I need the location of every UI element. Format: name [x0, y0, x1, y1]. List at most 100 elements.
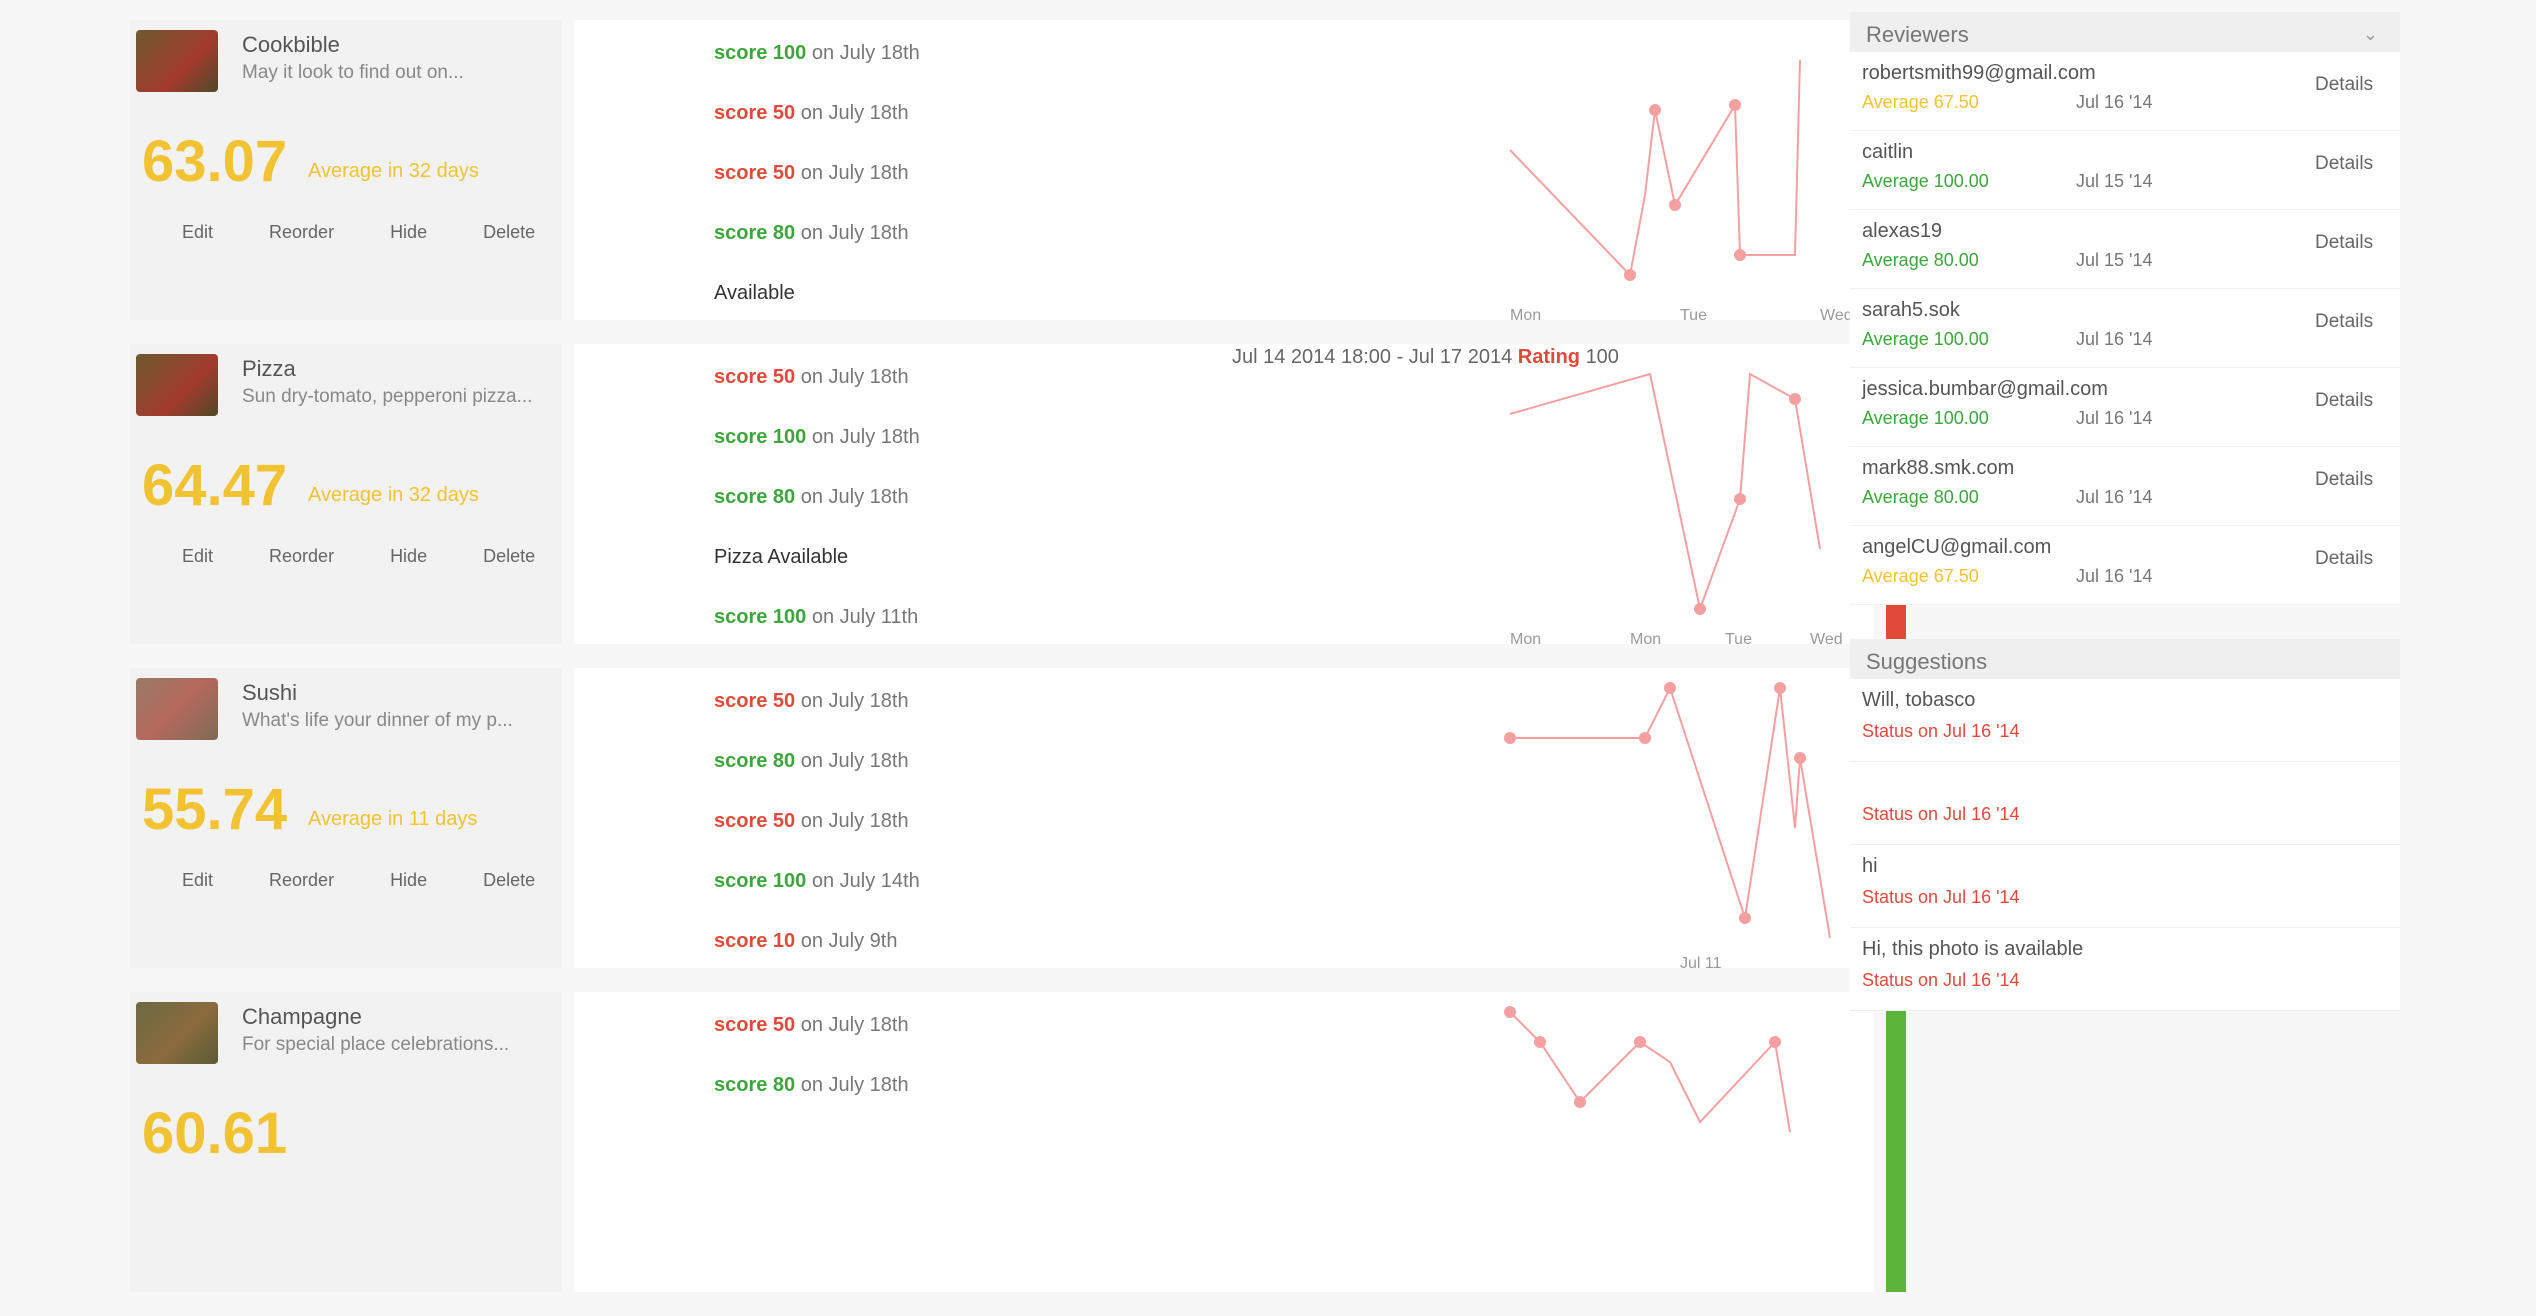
rating-point[interactable]	[1639, 732, 1651, 744]
review-date: on July 18th	[800, 366, 909, 388]
review-score: score 50	[714, 810, 796, 832]
suggestion-row[interactable]: Will, tobasco Status on Jul 16 '14	[1850, 679, 2400, 762]
product-thumbnail[interactable]	[136, 30, 218, 92]
details-link[interactable]: Details	[2315, 153, 2373, 175]
suggestion-row[interactable]: Hi, this photo is available Status on Ju…	[1850, 928, 2400, 1011]
reviewer-average: Average 100.00	[1862, 408, 1989, 428]
chart-x-label: Tue	[1725, 631, 1752, 648]
rating-point[interactable]	[1734, 493, 1746, 505]
rating-point[interactable]	[1739, 912, 1751, 924]
hide-button[interactable]: Hide	[382, 866, 435, 895]
chevron-down-icon[interactable]: ⌄	[2363, 24, 2378, 45]
rating-line	[1510, 685, 1831, 939]
edit-button[interactable]: Edit	[174, 866, 221, 895]
reviewer-name: mark88.smk.com	[1862, 457, 2015, 479]
rating-point[interactable]	[1664, 682, 1676, 694]
reviewers-header[interactable]: Reviewers ⌄	[1850, 12, 2400, 52]
review-item[interactable]: score 50 on July 18th	[714, 690, 909, 713]
product-name[interactable]: Sushi	[242, 680, 297, 706]
rating-line	[1509, 1011, 1791, 1133]
positive-segment	[1886, 1002, 1906, 1292]
review-item[interactable]: score 10 on July 9th	[714, 930, 897, 953]
review-date: on July 14th	[811, 870, 920, 892]
review-item[interactable]: score 80 on July 18th	[714, 1074, 909, 1097]
product-name[interactable]: Cookbible	[242, 32, 340, 58]
rating-point[interactable]	[1789, 393, 1801, 405]
rating-point[interactable]	[1634, 1036, 1646, 1048]
reviewer-date: Jul 16 '14	[2076, 92, 2153, 112]
product-summary: Cookbible May it look to find out on... …	[130, 20, 562, 320]
product-description: For special place celebrations...	[242, 1034, 510, 1055]
review-item[interactable]: score 80 on July 18th	[714, 222, 909, 245]
suggestion-text: Hi, this photo is available	[1862, 938, 2084, 960]
chart-x-label: Jul 11	[1680, 955, 1722, 972]
rating-point[interactable]	[1534, 1036, 1546, 1048]
rating-point[interactable]	[1504, 1006, 1516, 1018]
reorder-button[interactable]: Reorder	[261, 218, 342, 247]
rating-point[interactable]	[1574, 1096, 1586, 1108]
hide-button[interactable]: Hide	[382, 542, 435, 571]
reviewer-name: caitlin	[1862, 141, 1914, 163]
edit-button[interactable]: Edit	[174, 542, 221, 571]
reviewer-row: jessica.bumbar@gmail.com Average 100.00 …	[1850, 368, 2400, 447]
reviewer-row: caitlin Average 100.00 Jul 15 '14 Detail…	[1850, 131, 2400, 210]
review-score: score 50	[714, 102, 796, 124]
product-name[interactable]: Champagne	[242, 1004, 362, 1030]
details-link[interactable]: Details	[2315, 311, 2373, 333]
reviewer-row: robertsmith99@gmail.com Average 67.50 Ju…	[1850, 52, 2400, 131]
rating-point[interactable]	[1774, 682, 1786, 694]
review-item[interactable]: score 50 on July 18th	[714, 102, 909, 125]
review-date: on July 18th	[800, 690, 909, 712]
details-link[interactable]: Details	[2315, 74, 2373, 96]
rating-point[interactable]	[1769, 1036, 1781, 1048]
suggestions-panel: Suggestions Will, tobasco Status on Jul …	[1850, 639, 2400, 1011]
review-item[interactable]: score 50 on July 18th	[714, 162, 909, 185]
review-score: score 80	[714, 486, 796, 508]
suggestion-row[interactable]: hi Status on Jul 16 '14	[1850, 845, 2400, 928]
review-item[interactable]: score 100 on July 18th	[714, 42, 920, 65]
review-item[interactable]: score 80 on July 18th	[714, 750, 909, 773]
rating-point[interactable]	[1694, 603, 1706, 615]
delete-button[interactable]: Delete	[475, 866, 543, 895]
product-card: Sushi What's life your dinner of my p...…	[130, 668, 1906, 992]
details-link[interactable]: Details	[2315, 548, 2373, 570]
hide-button[interactable]: Hide	[382, 218, 435, 247]
product-name[interactable]: Pizza	[242, 356, 296, 382]
rating-point[interactable]	[1669, 199, 1681, 211]
review-item[interactable]: score 50 on July 18th	[714, 1014, 909, 1037]
review-item[interactable]: score 80 on July 18th	[714, 486, 909, 509]
delete-button[interactable]: Delete	[475, 218, 543, 247]
reorder-button[interactable]: Reorder	[261, 542, 342, 571]
rating-point[interactable]	[1734, 249, 1746, 261]
details-link[interactable]: Details	[2315, 469, 2373, 491]
edit-button[interactable]: Edit	[174, 218, 221, 247]
rating-point[interactable]	[1624, 269, 1636, 281]
review-item[interactable]: score 50 on July 18th	[714, 366, 909, 389]
details-link[interactable]: Details	[2315, 390, 2373, 412]
product-thumbnail[interactable]	[136, 354, 218, 416]
delete-button[interactable]: Delete	[475, 542, 543, 571]
rating-chart: Mon Mon Tue Wed	[1509, 372, 1843, 648]
suggestion-row[interactable]: Status on Jul 16 '14	[1850, 762, 2400, 845]
review-item[interactable]: score 100 on July 18th	[714, 426, 920, 449]
product-thumbnail[interactable]	[136, 678, 218, 740]
rating-point[interactable]	[1729, 99, 1741, 111]
reviewer-average: Average 67.50	[1862, 566, 1979, 586]
tooltip-label: Rating	[1517, 346, 1580, 368]
reviewer-average: Average 80.00	[1862, 250, 1979, 270]
rating-point[interactable]	[1504, 732, 1516, 744]
reviewer-date: Jul 16 '14	[2076, 408, 2153, 428]
reviewer-name: sarah5.sok	[1862, 299, 1960, 321]
product-thumbnail[interactable]	[136, 1002, 218, 1064]
rating-point[interactable]	[1649, 104, 1661, 116]
reorder-button[interactable]: Reorder	[261, 866, 342, 895]
rating-line	[1509, 372, 1821, 613]
review-score: score 100	[714, 426, 807, 448]
review-item[interactable]: score 50 on July 18th	[714, 810, 909, 833]
rating-line	[1509, 59, 1801, 278]
review-item[interactable]: score 100 on July 11th	[714, 606, 918, 629]
rating-point[interactable]	[1794, 752, 1806, 764]
reviewer-date: Jul 15 '14	[2076, 250, 2153, 270]
details-link[interactable]: Details	[2315, 232, 2373, 254]
review-item[interactable]: score 100 on July 14th	[714, 870, 920, 893]
